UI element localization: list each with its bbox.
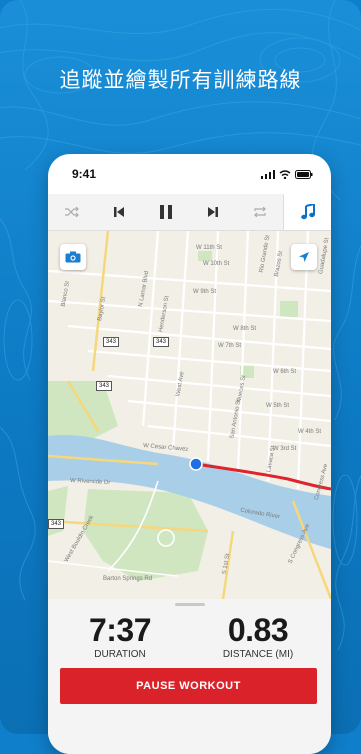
repeat-icon [253,207,266,217]
pause-icon [159,205,172,219]
street-label: W 4th St [298,429,322,435]
highway-shield: 343 [103,337,120,347]
street-label: W 6th St [273,369,297,375]
duration-stat: 7:37 DURATION [60,613,180,660]
recenter-button[interactable] [291,244,317,270]
drag-handle[interactable] [175,603,205,606]
wifi-icon [279,169,291,179]
workout-stats-panel: 7:37 DURATION 0.83 DISTANCE (MI) PAUSE W… [48,599,331,754]
distance-label: DISTANCE (MI) [222,649,294,660]
promo-headline: 追蹤並繪製所有訓練路線 [59,68,302,92]
camera-button[interactable] [60,244,86,270]
previous-icon [113,207,124,217]
next-button[interactable] [189,194,236,230]
pause-button[interactable] [142,194,189,230]
street-label: W 11th St [196,245,222,251]
map-canvas [48,231,331,599]
street-label: W 5th St [266,403,290,409]
battery-icon [295,169,313,179]
phone-frame: 9:41 W 11th St W 10th St W 9th St W 7th … [48,154,331,754]
duration-label: DURATION [94,649,146,660]
highway-shield: 343 [48,519,65,529]
highway-shield: 343 [96,381,113,391]
repeat-button[interactable] [236,194,283,230]
signal-icon [261,169,275,179]
pause-workout-button[interactable]: PAUSE WORKOUT [60,668,317,704]
music-note-icon [300,204,315,220]
street-label: W 7th St [218,343,242,349]
music-button[interactable] [283,194,331,230]
duration-value: 7:37 [88,612,152,648]
camera-icon [65,251,81,263]
street-label: W 9th St [193,289,217,295]
next-icon [207,207,218,217]
street-label: W 8th St [233,326,257,332]
status-time: 9:41 [72,167,97,181]
shuffle-button[interactable] [48,194,95,230]
street-label: W 10th St [203,261,230,267]
route-map[interactable]: W 11th St W 10th St W 9th St W 7th St W … [48,231,331,599]
distance-value: 0.83 [227,612,289,648]
media-controls-bar [48,194,331,231]
location-arrow-icon [299,252,309,262]
highway-shield: 343 [153,337,170,347]
distance-stat: 0.83 DISTANCE (MI) [198,613,318,660]
shuffle-icon [64,207,79,217]
status-icons [261,169,313,179]
previous-button[interactable] [95,194,142,230]
street-label: Barton Springs Rd [103,576,153,582]
status-bar: 9:41 [48,154,331,194]
